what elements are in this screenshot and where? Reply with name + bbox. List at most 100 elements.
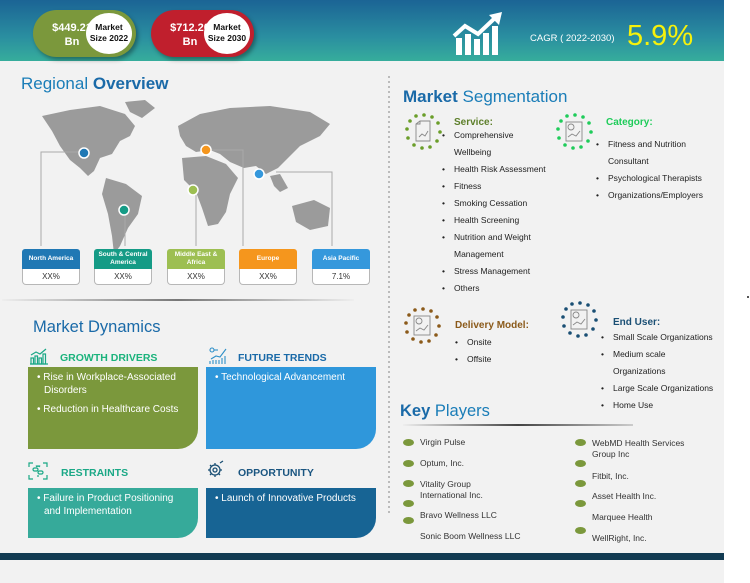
growth-driver-item: • Rise in Workplace-Associated Disorders	[37, 372, 176, 396]
segment-item: Fitness	[442, 178, 546, 195]
header-banner: $449.21 Bn Market Size 2022 $712.20 Bn Mark…	[0, 0, 724, 61]
segment-item: Fitness and Nutrition	[596, 136, 703, 153]
segment-item: Large Scale Organizations	[601, 380, 713, 397]
bullet-dot	[575, 527, 586, 534]
key-player: Marquee Health	[592, 512, 653, 522]
segment-item: Health Screening	[442, 212, 546, 229]
market-size-2030-badge: $712.20 Bn Market Size 2030	[151, 10, 254, 57]
future-trends-label: FUTURE TRENDS	[238, 352, 327, 364]
region-share: 7.1%	[312, 269, 370, 285]
service-document-icon	[405, 113, 442, 150]
dotted-vertical-divider	[388, 76, 390, 516]
key-player: Asset Health Inc.	[592, 491, 657, 501]
item-text: Technological Advancement	[221, 372, 346, 383]
growth-driver-item: • Reduction in Healthcare Costs	[37, 404, 179, 415]
segment-item: Offsite	[455, 351, 492, 368]
opportunity-box: • Launch of Innovative Products	[206, 488, 376, 538]
segment-item: Home Use	[601, 397, 713, 414]
restraints-icon	[28, 462, 48, 480]
opportunity-label: OPPORTUNITY	[238, 467, 314, 479]
south-america-marker	[118, 204, 130, 216]
region-name: Asia Pacific	[312, 249, 370, 269]
service-list: Comprehensive Wellbeing Health Risk Asse…	[442, 127, 546, 297]
restraint-item: • Failure in Product Positioning and Imp…	[37, 493, 174, 517]
section-divider	[2, 299, 354, 301]
item-text: Reduction in Healthcare Costs	[43, 404, 179, 415]
region-card-europe: Europe XX%	[239, 249, 297, 285]
title-part: Overview	[92, 74, 169, 93]
key-players-underline	[403, 424, 633, 426]
growth-drivers-box: • Rise in Workplace-Associated Disorders…	[28, 367, 198, 449]
market-size-2022-badge: $449.21 Bn Market Size 2022	[33, 10, 136, 57]
market-size-2030-unit: Bn	[182, 36, 198, 48]
bullet-dot	[575, 480, 586, 487]
key-player: Fitbit, Inc.	[592, 471, 629, 481]
growth-drivers-icon	[30, 348, 48, 365]
delivery-model-icon	[404, 307, 441, 344]
segment-item: Health Risk Assessment	[442, 161, 546, 178]
region-name: Europe	[239, 249, 297, 269]
opportunity-gear-icon	[208, 460, 224, 477]
title-part: Key	[400, 402, 431, 420]
europe-marker	[200, 144, 212, 156]
market-dynamics-title: Market Dynamics	[33, 318, 161, 336]
market-size-2022-unit: Bn	[64, 36, 80, 48]
bullet-dot	[575, 439, 586, 446]
segment-item: Others	[442, 280, 546, 297]
delivery-model-list: Onsite Offsite	[455, 334, 492, 368]
cagr-label: CAGR ( 2022-2030)	[530, 33, 615, 44]
segment-item: Stress Management	[442, 263, 546, 280]
bullet-dot	[575, 500, 586, 507]
region-card-north-america: North America XX%	[22, 249, 80, 285]
future-trend-item: • Technological Advancement	[215, 372, 346, 383]
segment-item: Organizations	[613, 366, 666, 376]
region-share: XX%	[22, 269, 80, 285]
bullet-dot	[575, 460, 586, 467]
market-segmentation-title: Market Segmentation	[403, 87, 567, 107]
opportunity-item: • Launch of Innovative Products	[215, 493, 356, 504]
segment-item: Wellbeing	[454, 147, 492, 157]
north-america-marker	[78, 147, 90, 159]
region-card-middle-east-africa: Middle East & Africa XX%	[167, 249, 225, 285]
item-text: Failure in Product Positioning and Imple…	[43, 493, 174, 517]
future-trends-box: • Technological Advancement	[206, 367, 376, 449]
bullet-dot	[403, 517, 414, 524]
region-share: XX%	[94, 269, 152, 285]
segment-item: Comprehensive	[442, 127, 546, 144]
asia-pacific-marker	[253, 168, 265, 180]
title-part: Players	[434, 402, 490, 420]
key-player: Bravo Wellness LLC	[420, 510, 497, 520]
segment-item: Psychological Therapists	[596, 170, 703, 187]
item-text: Rise in Workplace-Associated Disorders	[43, 372, 176, 396]
key-player: Sonic Boom Wellness LLC	[420, 531, 521, 541]
restraints-box: • Failure in Product Positioning and Imp…	[28, 488, 198, 538]
future-trends-icon	[209, 347, 227, 364]
market-size-2022-label: Market	[95, 22, 123, 32]
market-size-2030-year: Size 2030	[207, 33, 247, 43]
bullet-dot	[403, 500, 414, 507]
region-card-asia-pacific: Asia Pacific 7.1%	[312, 249, 370, 285]
key-player: WellRight, Inc.	[592, 533, 647, 543]
market-size-2030-label: Market	[213, 22, 241, 32]
title-part: Segmentation	[462, 87, 568, 106]
region-card-south-central-america: South & Central America XX%	[94, 249, 152, 285]
segment-item: Medium scale	[601, 346, 713, 363]
middle-east-africa-marker	[187, 184, 199, 196]
regional-overview-title: Regional Overview	[21, 74, 168, 94]
title-part: Regional	[21, 74, 89, 93]
segment-item: Management	[454, 249, 504, 259]
growth-chart-icon	[452, 12, 502, 55]
infographic-page: $449.21 Bn Market Size 2022 $712.20 Bn Mark…	[0, 0, 724, 583]
item-text: Launch of Innovative Products	[221, 493, 356, 504]
region-share: XX%	[239, 269, 297, 285]
growth-drivers-label: GROWTH DRIVERS	[60, 352, 158, 364]
segment-item: Onsite	[455, 334, 492, 351]
end-user-icon	[561, 301, 598, 338]
restraints-label: RESTRAINTS	[61, 467, 129, 479]
end-user-label: End User:	[613, 317, 661, 328]
category-list: Fitness and Nutrition Consultant Psychol…	[596, 136, 703, 204]
key-player: WebMD Health Services Group Inc	[592, 438, 685, 459]
market-size-2022-year: Size 2022	[89, 33, 129, 43]
segment-item: Consultant	[608, 156, 649, 166]
cagr-value: 5.9%	[627, 20, 694, 52]
